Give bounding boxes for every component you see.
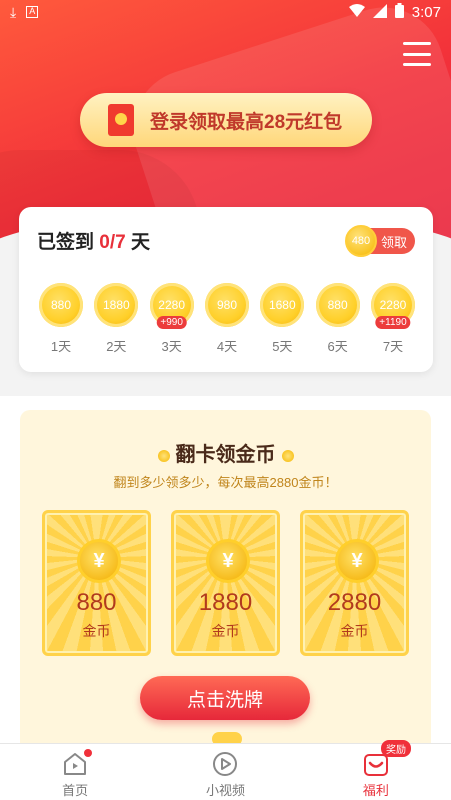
nav-home[interactable]: 首页	[0, 744, 150, 800]
nav-label: 小视频	[205, 783, 245, 798]
coin-icon: 880	[39, 283, 83, 327]
coin-icon: 1880	[94, 283, 139, 327]
shuffle-button[interactable]: 点击洗牌	[140, 676, 310, 720]
card-value: 2880	[327, 589, 382, 616]
card-unit: 金币	[82, 623, 111, 639]
yuan-coin-icon: ¥	[77, 539, 121, 583]
nav-video[interactable]: 小视频	[150, 744, 300, 800]
signin-day[interactable]: 2280 +990 3天	[148, 283, 196, 355]
status-time: 3:07	[411, 3, 441, 21]
flip-subtitle: 翻到多少领多少，每次最高2880金币！	[113, 475, 338, 490]
reward-badge: 奖励	[381, 740, 411, 757]
signin-title: 已签到 0/7 天	[37, 227, 150, 254]
download-icon: ⤓	[10, 3, 17, 20]
login-redpacket-button[interactable]: 登录领取最高28元红包	[80, 93, 372, 147]
video-play-icon	[212, 751, 238, 777]
menu-icon[interactable]	[403, 42, 431, 66]
signin-title-suffix: 天	[125, 232, 150, 253]
day-label: 5天	[272, 339, 293, 354]
coin-icon: 480	[345, 225, 377, 257]
notification-a-icon: A	[26, 6, 39, 18]
flip-section: 翻卡领金币 翻到多少领多少，每次最高2880金币！ ¥ 880 金币 ¥ 188…	[0, 396, 451, 744]
signin-title-prefix: 已签到	[37, 232, 100, 253]
day-label: 7天	[382, 339, 404, 354]
nav-welfare[interactable]: 福利	[301, 744, 451, 800]
signin-day[interactable]: 880 1天	[37, 283, 85, 355]
day-label: 3天	[161, 339, 182, 354]
day-label: 6天	[327, 339, 348, 354]
flip-cards: ¥ 880 金币 ¥ 1880 金币 ¥ 2880 金币	[42, 510, 409, 656]
signin-day[interactable]: 880 6天	[314, 283, 362, 355]
signin-card: 已签到 0/7 天 480 领取 880 1天 1880 2天 2280 +99…	[19, 207, 433, 372]
status-bar: ⤓ A 3:07	[0, 0, 451, 24]
coin-dot-icon	[281, 449, 294, 462]
coin-dot-icon	[157, 449, 170, 462]
card-value: 880	[76, 589, 117, 616]
signal-icon	[372, 3, 387, 21]
flip-heading: 翻卡领金币	[20, 438, 431, 467]
coin-icon: 880	[315, 283, 360, 327]
day-label: 2天	[106, 339, 127, 354]
flip-card[interactable]: ¥ 1880 金币	[171, 510, 280, 656]
battery-icon	[394, 3, 404, 21]
signin-days: 880 1天 1880 2天 2280 +990 3天 980 4天 1680 …	[37, 283, 417, 355]
day-label: 4天	[216, 339, 238, 354]
claim-button[interactable]: 480 领取	[345, 225, 415, 257]
coin-icon: 1680	[260, 283, 305, 327]
claim-label: 领取	[380, 234, 407, 250]
signin-day[interactable]: 1680 5天	[258, 283, 306, 355]
flip-card[interactable]: ¥ 2880 金币	[300, 510, 409, 656]
bottom-nav: 首页 小视频 福利 奖励	[0, 740, 451, 800]
red-packet-icon	[108, 104, 134, 136]
nav-label: 首页	[62, 783, 89, 798]
signin-progress: 0/7	[99, 232, 126, 253]
signin-day[interactable]: 1880 2天	[92, 283, 140, 355]
login-banner-text: 登录领取最高28元红包	[150, 111, 343, 133]
bonus-badge: +990	[156, 316, 187, 329]
yuan-coin-icon: ¥	[335, 539, 379, 583]
signin-day[interactable]: 2280 +1190 7天	[369, 283, 417, 355]
wifi-icon	[348, 3, 365, 21]
nav-label: 福利	[362, 783, 389, 798]
day-label: 1天	[50, 339, 72, 354]
coin-icon: 980	[204, 283, 249, 327]
flip-panel: 翻卡领金币 翻到多少领多少，每次最高2880金币！ ¥ 880 金币 ¥ 188…	[20, 410, 431, 744]
flip-card[interactable]: ¥ 880 金币	[42, 510, 151, 656]
home-play-icon	[62, 749, 93, 777]
card-unit: 金币	[340, 623, 369, 639]
card-value: 1880	[198, 589, 253, 616]
bonus-badge: +1190	[375, 316, 411, 329]
card-unit: 金币	[211, 623, 240, 639]
signin-day[interactable]: 980 4天	[203, 283, 251, 355]
notification-dot	[84, 749, 93, 757]
yuan-coin-icon: ¥	[206, 539, 250, 583]
flip-heading-text: 翻卡领金币	[175, 444, 276, 466]
